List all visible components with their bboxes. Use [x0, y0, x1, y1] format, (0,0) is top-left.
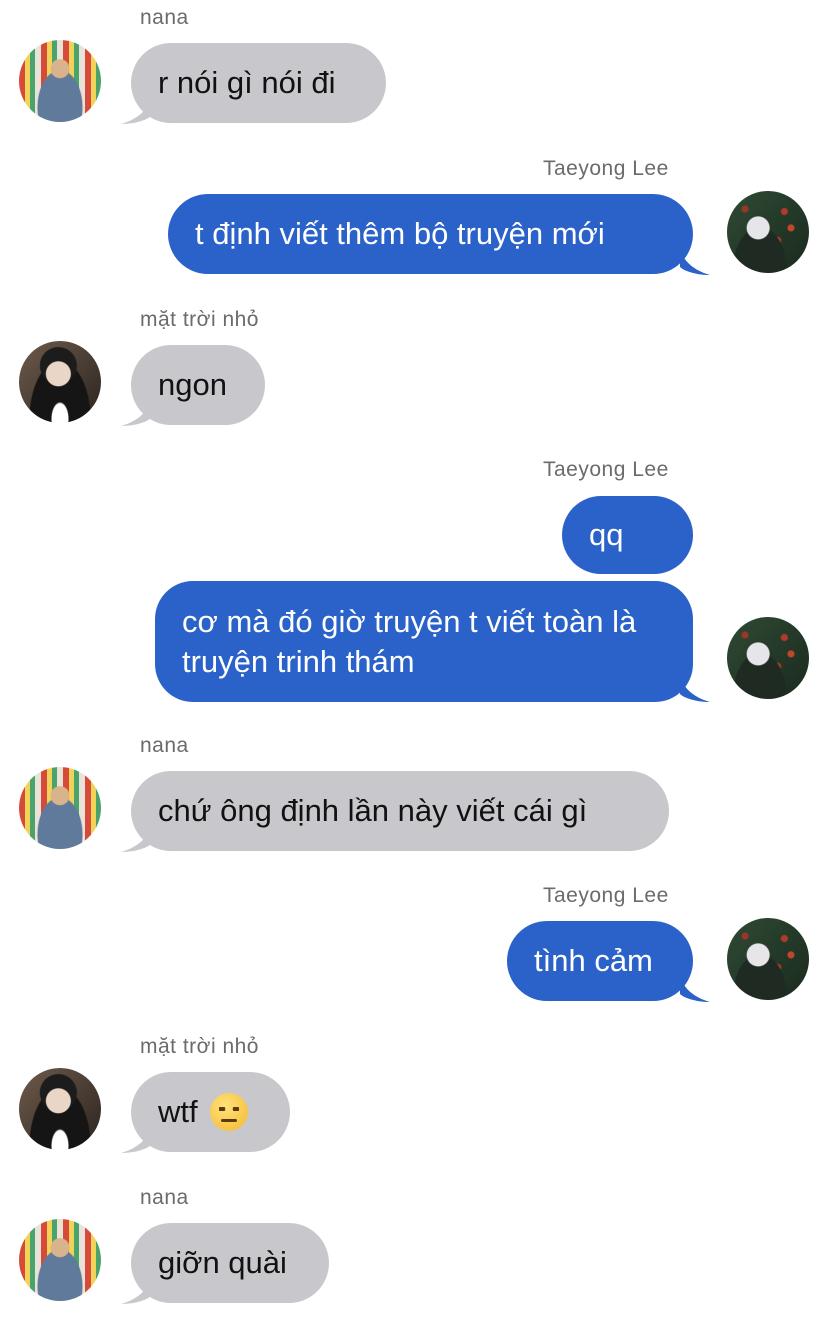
- avatar-taeyong-lee[interactable]: [727, 191, 809, 273]
- raised-eyebrow-emoji-icon: [209, 1093, 248, 1131]
- sender-name: nana: [140, 6, 189, 29]
- outgoing-message-bubble[interactable]: cơ mà đó giờ truyện t viết toàn là truyệ…: [155, 581, 693, 702]
- avatar-nana[interactable]: [19, 40, 101, 122]
- incoming-message-bubble[interactable]: ngon: [131, 345, 265, 425]
- avatar-mat-troi-nho[interactable]: [19, 341, 101, 423]
- outgoing-message-bubble[interactable]: t định viết thêm bộ truyện mới: [168, 194, 693, 274]
- message-text: wtf: [158, 1094, 198, 1129]
- incoming-message-bubble[interactable]: giỡn quài: [131, 1223, 329, 1303]
- avatar-nana[interactable]: [19, 767, 101, 849]
- avatar-taeyong-lee[interactable]: [727, 617, 809, 699]
- incoming-message-bubble[interactable]: chứ ông định lần này viết cái gì: [131, 771, 669, 851]
- incoming-message-bubble[interactable]: r nói gì nói đi: [131, 43, 386, 123]
- sender-name: nana: [140, 1186, 189, 1209]
- outgoing-message-bubble[interactable]: tình cảm: [507, 921, 693, 1001]
- outgoing-message-bubble[interactable]: qq: [562, 496, 693, 574]
- avatar-mat-troi-nho[interactable]: [19, 1068, 101, 1150]
- sender-name: nana: [140, 734, 189, 757]
- sender-name: Taeyong Lee: [543, 157, 669, 180]
- sender-name: Taeyong Lee: [543, 458, 669, 481]
- avatar-nana[interactable]: [19, 1219, 101, 1301]
- sender-name: mặt trời nhỏ: [140, 308, 259, 331]
- avatar-taeyong-lee[interactable]: [727, 918, 809, 1000]
- incoming-message-bubble[interactable]: wtf: [131, 1072, 290, 1152]
- sender-name: Taeyong Lee: [543, 884, 669, 907]
- sender-name: mặt trời nhỏ: [140, 1035, 259, 1058]
